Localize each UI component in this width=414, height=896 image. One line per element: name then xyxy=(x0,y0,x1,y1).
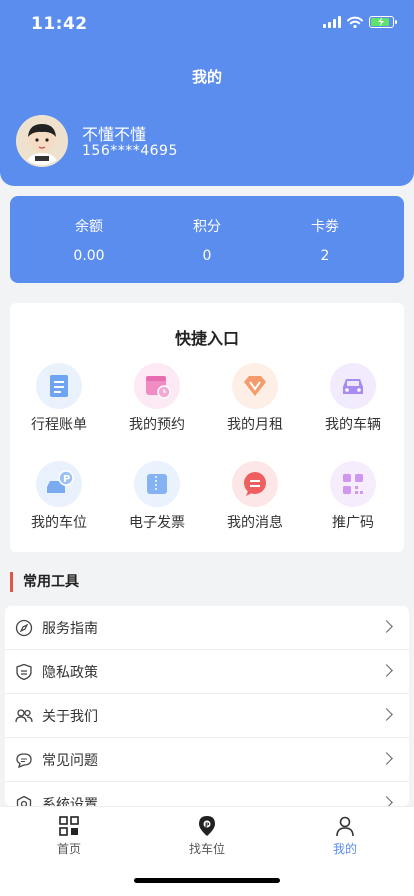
tools-list: 服务指南 隐私政策 关于我们 常见问题 系统设置 xyxy=(5,606,409,806)
quick-item-reservation[interactable]: 我的预约 xyxy=(108,363,206,443)
quick-item-label: 我的车辆 xyxy=(325,417,381,433)
message-icon xyxy=(232,461,278,507)
profile-header: 11:42 我的 不懂不懂 156****4695 xyxy=(0,0,414,186)
quick-item-my-space[interactable]: P 我的车位 xyxy=(10,461,108,541)
parking-car-icon: P xyxy=(36,461,82,507)
stat-value: 0.00 xyxy=(73,248,105,264)
stat-label: 卡劵 xyxy=(311,219,339,235)
stat-balance[interactable]: 余额 0.00 xyxy=(34,216,144,264)
tool-label: 关于我们 xyxy=(42,709,98,725)
signal-icon xyxy=(323,16,341,28)
chevron-right-icon xyxy=(380,620,393,633)
tool-row-faq[interactable]: 常见问题 xyxy=(5,738,409,782)
user-name: 不懂不懂 xyxy=(82,125,147,144)
tool-row-settings[interactable]: 系统设置 xyxy=(5,782,409,806)
users-icon xyxy=(15,709,33,723)
quick-item-label: 我的预约 xyxy=(129,417,185,433)
chevron-right-icon xyxy=(380,664,393,677)
home-indicator xyxy=(134,878,280,883)
car-icon xyxy=(330,363,376,409)
settings-icon xyxy=(16,795,32,806)
tool-label: 服务指南 xyxy=(42,621,98,637)
svg-text:P: P xyxy=(63,474,70,485)
user-phone: 156****4695 xyxy=(82,143,178,159)
tab-mine[interactable]: 我的 xyxy=(305,815,385,857)
stat-label: 余额 xyxy=(75,219,103,235)
status-time: 11:42 xyxy=(31,14,88,34)
battery-icon xyxy=(369,16,397,28)
avatar[interactable] xyxy=(16,115,68,167)
stat-value: 2 xyxy=(320,248,330,264)
chevron-right-icon xyxy=(380,708,393,721)
tool-row-service-guide[interactable]: 服务指南 xyxy=(5,606,409,650)
quick-item-trip-bill[interactable]: 行程账单 xyxy=(10,363,108,443)
chevron-right-icon xyxy=(380,752,393,765)
compass-icon xyxy=(15,619,33,637)
quick-item-my-vehicle[interactable]: 我的车辆 xyxy=(304,363,402,443)
stat-value: 0 xyxy=(202,248,212,264)
quick-access-card: 快捷入口 行程账单 我的预约 我的月租 我的车辆 P 我的车位 电子发票 我的消… xyxy=(10,303,404,552)
diamond-icon xyxy=(232,363,278,409)
tab-label: 找车位 xyxy=(188,842,225,856)
location-pin-icon: P xyxy=(199,816,215,836)
bill-icon xyxy=(36,363,82,409)
chevron-right-icon xyxy=(380,796,393,806)
stat-label: 积分 xyxy=(193,219,221,235)
shield-icon xyxy=(16,663,32,681)
quick-item-label: 我的车位 xyxy=(31,515,87,531)
quick-access-title: 快捷入口 xyxy=(174,329,239,348)
tool-label: 常见问题 xyxy=(42,753,98,769)
tool-label: 系统设置 xyxy=(42,797,98,806)
stat-points[interactable]: 积分 0 xyxy=(152,216,262,264)
tool-row-privacy-policy[interactable]: 隐私政策 xyxy=(5,650,409,694)
tab-find-parking[interactable]: P 找车位 xyxy=(167,815,247,857)
quick-item-label: 我的消息 xyxy=(227,515,283,531)
chat-icon xyxy=(16,753,32,769)
ticket-icon xyxy=(134,461,180,507)
calendar-clock-icon xyxy=(134,363,180,409)
quick-item-label: 我的月租 xyxy=(227,417,283,433)
quick-item-label: 电子发票 xyxy=(129,515,185,531)
quick-item-monthly-rent[interactable]: 我的月租 xyxy=(206,363,304,443)
grid-icon xyxy=(59,816,79,836)
tool-row-about-us[interactable]: 关于我们 xyxy=(5,694,409,738)
tab-home[interactable]: 首页 xyxy=(29,815,109,857)
quick-item-invoice[interactable]: 电子发票 xyxy=(108,461,206,541)
stat-coupons[interactable]: 卡劵 2 xyxy=(270,216,380,264)
status-bar: 11:42 xyxy=(0,0,414,48)
tab-label: 首页 xyxy=(56,842,81,856)
quick-item-messages[interactable]: 我的消息 xyxy=(206,461,304,541)
wifi-icon xyxy=(347,16,363,28)
quick-item-promo-code[interactable]: 推广码 xyxy=(304,461,402,541)
quick-item-label: 推广码 xyxy=(332,515,374,531)
tab-label: 我的 xyxy=(332,842,357,856)
svg-text:P: P xyxy=(205,822,210,829)
account-stats-card: 余额 0.00 积分 0 卡劵 2 xyxy=(10,196,404,283)
status-icons xyxy=(323,16,397,28)
quick-item-label: 行程账单 xyxy=(31,417,87,433)
user-icon xyxy=(336,816,354,837)
tools-section-title: 常用工具 xyxy=(10,572,79,592)
tool-label: 隐私政策 xyxy=(42,665,98,681)
page-title: 我的 xyxy=(191,68,222,86)
qrcode-icon xyxy=(330,461,376,507)
